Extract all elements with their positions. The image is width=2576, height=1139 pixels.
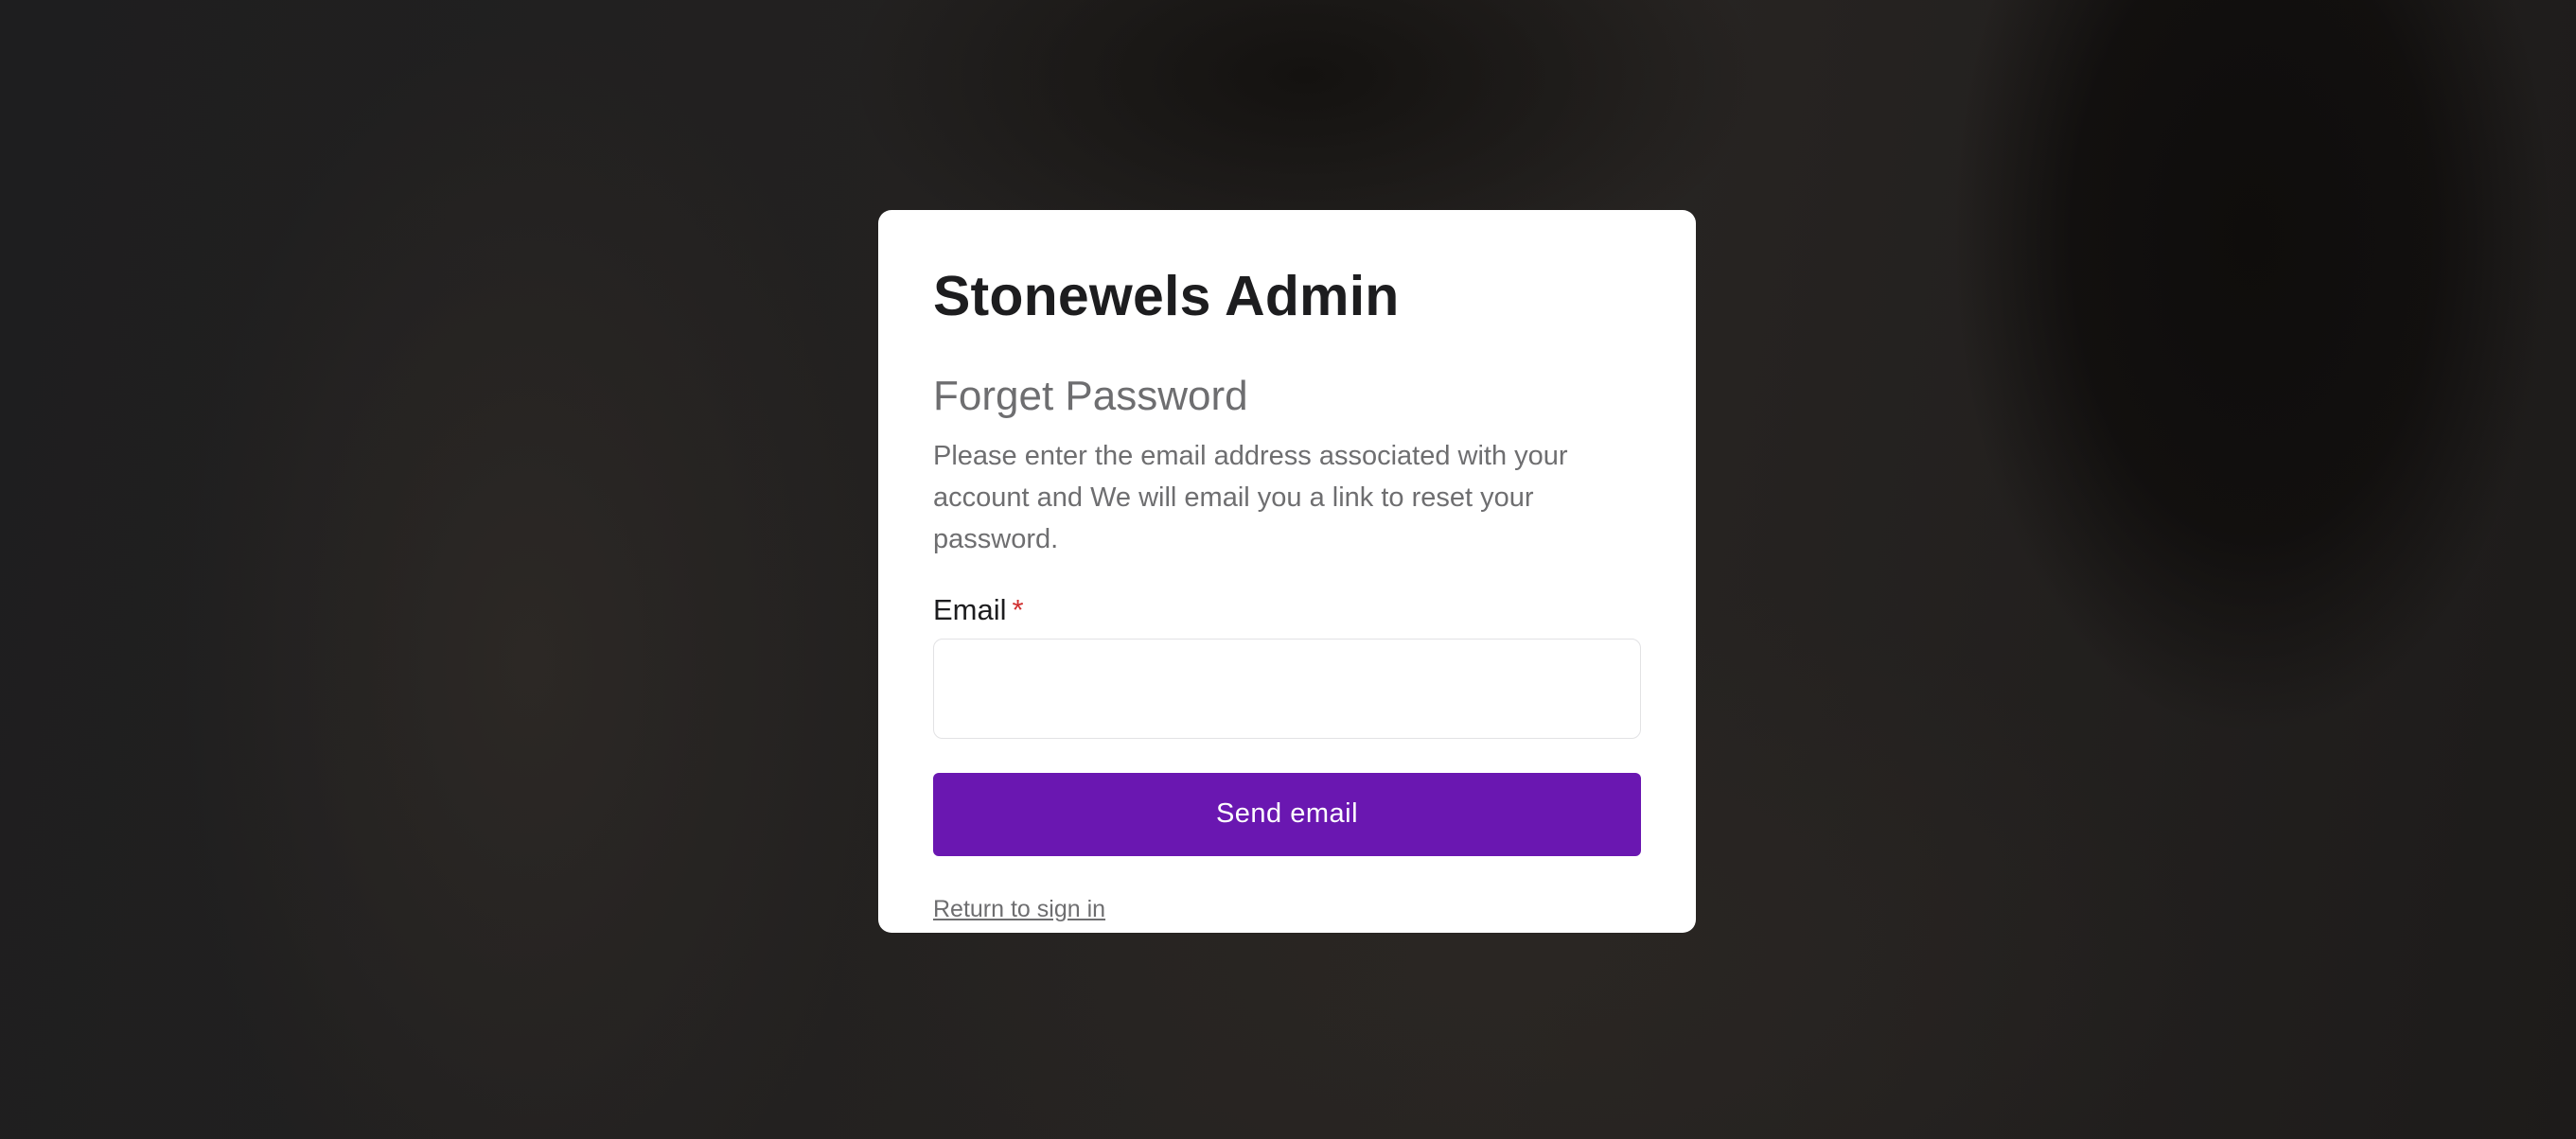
required-marker: *	[1012, 592, 1024, 626]
email-label-text: Email	[933, 592, 1007, 626]
return-to-sign-in-link[interactable]: Return to sign in	[933, 896, 1105, 923]
app-title: Stonewels Admin	[933, 265, 1400, 327]
email-field[interactable]	[933, 638, 1641, 739]
instructions-text: Please enter the email address associate…	[933, 440, 1568, 554]
send-email-button[interactable]: Send email	[933, 772, 1641, 856]
forgot-password-card: Stonewels Admin Forget Password Please e…	[878, 210, 1696, 933]
page-title: Forget Password	[933, 372, 1248, 419]
email-label: Email *	[933, 592, 1641, 627]
